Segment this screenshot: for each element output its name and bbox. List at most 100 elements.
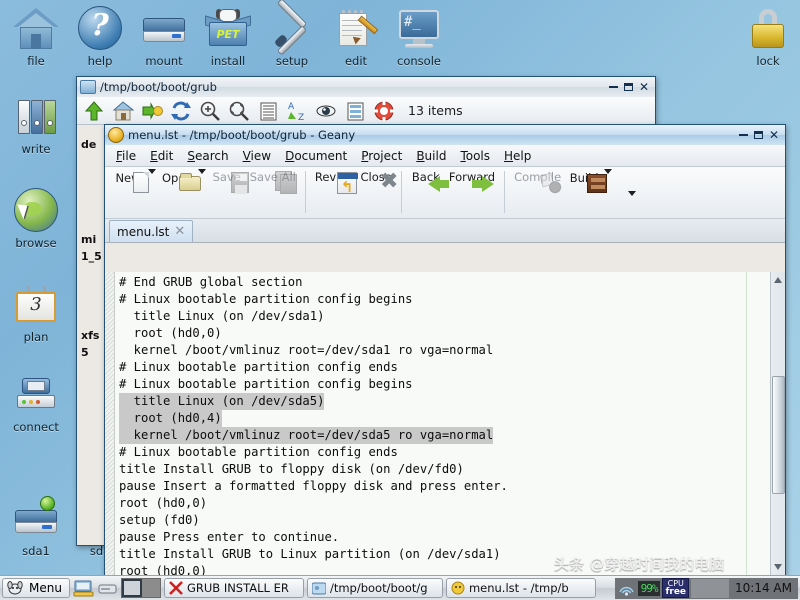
code-line-text: title Install GRUB to Linux partition (o… [119,547,501,561]
code-text[interactable]: # End GRUB global section # Linux bootabl… [115,272,770,575]
open-dir-icon[interactable] [141,100,163,122]
desktop-icon-browse[interactable]: browse [4,186,68,250]
code-line-selected: kernel /boot/vmlinuz root=/dev/sda5 ro v… [119,427,494,444]
open-button[interactable]: Open [158,170,202,191]
close-icon[interactable]: ✕ [174,225,185,238]
desktop-icon-label: plan [23,330,49,344]
desktop-icon-setup[interactable]: setup [260,0,324,68]
code-line-text: # End GRUB global section [119,275,303,289]
start-menu-button[interactable]: Menu [2,578,70,598]
thumbnails-icon[interactable] [344,100,366,122]
network-icon[interactable] [617,580,636,597]
close-button-toolbar[interactable]: ✖ Close [357,169,399,193]
close-button[interactable]: ✕ [639,81,649,93]
desktop-icon-mount[interactable]: mount [132,4,196,68]
maximize-button[interactable] [623,83,633,91]
desktop-icon-edit[interactable]: edit [324,4,388,68]
editor-scrollbar[interactable] [770,272,785,575]
menu-help[interactable]: Help [497,147,538,165]
desktop-icon-sda1[interactable]: sda1 [4,494,68,558]
maximize-button[interactable] [753,131,763,139]
new-button[interactable]: New [109,170,149,193]
editor-area[interactable]: # End GRUB global section # Linux bootabl… [105,272,785,575]
system-tray[interactable]: 99% CPU free 10:14 AM [614,577,798,599]
quicklaunch-console-icon[interactable] [73,579,94,598]
file-manager-toolbar[interactable]: AZ 13 items [77,97,655,125]
code-line-text: root (hd0,0) [119,326,222,340]
desktop-icon-install[interactable]: PET install [196,4,260,68]
revert-button[interactable]: Revert [311,169,358,196]
menu-build[interactable]: Build [409,147,453,165]
toolbar-overflow-arrow-icon[interactable] [628,191,637,196]
taskbar-button-label: menu.lst - /tmp/b [468,581,569,595]
globe-icon [12,186,60,234]
cpu-load-label: 99% [637,580,661,596]
compile-button[interactable]: Compile [510,169,565,188]
menu-document[interactable]: Document [278,147,354,165]
scroll-down-icon[interactable] [774,564,782,570]
scrollbar-thumb[interactable] [772,376,785,494]
menu-tools[interactable]: Tools [453,147,497,165]
code-line-text: pause Press enter to continue. [119,530,340,544]
save-all-button[interactable]: Save All [246,169,300,194]
code-line: # Linux bootable partition config ends [119,359,770,376]
minimize-button[interactable] [608,85,618,88]
new-dropdown-arrow-icon[interactable] [148,169,156,174]
desktop-icon-console[interactable]: #_ console [384,4,454,68]
menu-view[interactable]: View [236,147,278,165]
code-line-text: # Linux bootable partition config begins [119,377,413,391]
taskbar[interactable]: Menu GRUB INSTALL ER /tmp/boot/boot/g me… [0,575,800,600]
desktop-icon-file[interactable]: file [4,4,68,68]
code-line: title Install GRUB to floppy disk (on /d… [119,461,770,478]
zoom-in-icon[interactable] [199,100,221,122]
menu-search[interactable]: Search [180,147,235,165]
details-view-icon[interactable] [257,100,279,122]
menu-edit[interactable]: Edit [143,147,180,165]
desktop-icon-lock[interactable]: lock [736,4,800,68]
taskbar-button-geany[interactable]: menu.lst - /tmp/b [445,578,596,598]
geany-menubar[interactable]: File Edit Search View Document Project B… [105,145,785,167]
menu-project[interactable]: Project [354,147,409,165]
geany-title: menu.lst - /tmp/boot/boot/grub - Geany [128,128,356,142]
toolbar-separator [504,171,506,213]
code-line-text: kernel /boot/vmlinuz root=/dev/sda1 ro v… [119,343,494,357]
desktop-icon-connect[interactable]: connect [1,370,71,434]
open-dropdown-arrow-icon[interactable] [197,169,206,174]
taskbar-button-grub-install[interactable]: GRUB INSTALL ER [163,578,304,598]
desktop-icon-label: write [21,142,51,156]
menu-file[interactable]: File [109,147,143,165]
geany-titlebar[interactable]: menu.lst - /tmp/boot/boot/grub - Geany ✕ [105,125,785,145]
file-manager-titlebar[interactable]: /tmp/boot/boot/grub ✕ [77,77,655,97]
code-line: root (hd0,0) [119,563,770,575]
phone-modem-icon [12,370,60,418]
build-button[interactable]: Build [565,170,608,193]
svg-text:Z: Z [298,113,304,122]
tab-menu-lst[interactable]: menu.lst ✕ [109,220,194,242]
clock-label[interactable]: 10:14 AM [731,581,796,595]
up-arrow-icon[interactable] [83,100,105,122]
sort-az-icon[interactable]: AZ [286,100,308,123]
minimize-button[interactable] [738,133,748,136]
quicklaunch-drive-icon[interactable] [97,579,118,598]
zoom-fit-icon[interactable] [228,100,250,122]
refresh-icon[interactable] [170,100,192,122]
back-button[interactable]: Back [407,169,449,192]
save-button[interactable]: Save [208,169,249,194]
desktop-icon-label: mount [145,54,183,68]
desktop-icon-plan[interactable]: 3 plan [4,280,68,344]
editor-tabstrip[interactable]: menu.lst ✕ [105,219,785,243]
home-icon[interactable] [112,100,135,122]
taskbar-button-filemanager[interactable]: /tmp/boot/boot/g [306,578,443,598]
free-memory-badge[interactable]: CPU free [662,578,690,598]
geany-window[interactable]: menu.lst - /tmp/boot/boot/grub - Geany ✕… [104,124,786,576]
help-lifering-icon[interactable] [373,100,395,122]
forward-button[interactable]: Forward [445,169,499,192]
scroll-up-icon[interactable] [774,277,782,283]
desktop-icon-help[interactable]: ? help [68,4,132,68]
desktop-icon-write[interactable]: write [4,92,68,156]
drive-mounted-icon [12,494,60,542]
close-button[interactable]: ✕ [769,129,779,141]
show-hidden-eye-icon[interactable] [315,100,337,122]
desktop-pager[interactable] [120,578,161,598]
geany-toolbar[interactable]: New Open Save Save All Revert ✖ Close [105,167,785,219]
